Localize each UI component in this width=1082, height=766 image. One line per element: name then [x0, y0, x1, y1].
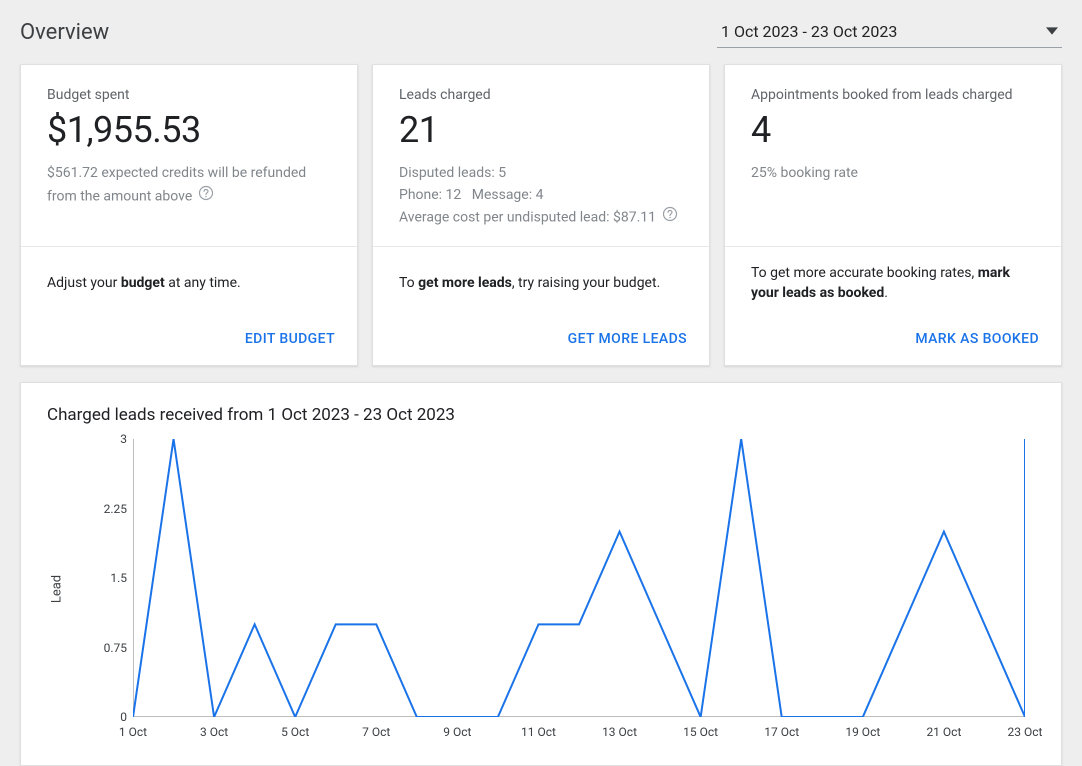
budget-value: $1,955.53: [47, 109, 331, 151]
disputed-leads: Disputed leads: 5: [399, 163, 683, 185]
x-tick: 5 Oct: [281, 725, 309, 739]
appts-hint: To get more accurate booking rates, mark…: [725, 246, 1061, 320]
leads-card: Leads charged 21 Disputed leads: 5 Phone…: [372, 64, 710, 366]
leads-label: Leads charged: [399, 87, 683, 103]
x-tick: 9 Oct: [443, 725, 471, 739]
date-range-value: 1 Oct 2023 - 23 Oct 2023: [721, 22, 897, 41]
help-icon[interactable]: [198, 185, 214, 209]
x-tick: 19 Oct: [845, 725, 880, 739]
budget-card: Budget spent $1,955.53 $561.72 expected …: [20, 64, 358, 366]
date-range-selector[interactable]: 1 Oct 2023 - 23 Oct 2023: [717, 16, 1062, 48]
leads-value: 21: [399, 109, 683, 151]
mark-as-booked-button[interactable]: MARK AS BOOKED: [915, 331, 1039, 347]
avg-cost-line: Average cost per undisputed lead: $87.11: [399, 206, 683, 230]
kpi-cards-row: Budget spent $1,955.53 $561.72 expected …: [20, 64, 1062, 366]
chart-area: Lead 00.751.52.253 1 Oct3 Oct5 Oct7 Oct9…: [47, 439, 1035, 739]
budget-note: $561.72 expected credits will be refunde…: [47, 163, 331, 208]
get-more-leads-button[interactable]: GET MORE LEADS: [568, 331, 687, 347]
x-tick: 23 Oct: [1008, 725, 1043, 739]
leads-action-row: GET MORE LEADS: [373, 320, 709, 365]
leads-card-body: Leads charged 21 Disputed leads: 5 Phone…: [373, 65, 709, 246]
line-chart: [133, 439, 1025, 717]
x-tick: 13 Oct: [602, 725, 637, 739]
y-ticks: 00.751.52.253: [93, 439, 133, 717]
chevron-down-icon: [1046, 22, 1058, 41]
x-tick: 17 Oct: [764, 725, 799, 739]
budget-label: Budget spent: [47, 87, 331, 103]
leads-notes: Disputed leads: 5 Phone: 12 Message: 4 A…: [399, 163, 683, 230]
page-title: Overview: [20, 20, 109, 45]
leads-breakdown: Phone: 12 Message: 4: [399, 185, 683, 207]
x-tick: 3 Oct: [200, 725, 228, 739]
chart-card: Charged leads received from 1 Oct 2023 -…: [20, 382, 1062, 766]
booking-rate: 25% booking rate: [751, 163, 1035, 185]
appts-label: Appointments booked from leads charged: [751, 87, 1035, 103]
x-tick: 1 Oct: [119, 725, 147, 739]
line-series: [133, 439, 1025, 717]
chart-title: Charged leads received from 1 Oct 2023 -…: [47, 405, 1035, 425]
y-tick: 3: [120, 432, 127, 446]
y-tick: 0: [120, 710, 127, 724]
x-tick: 15 Oct: [683, 725, 718, 739]
x-ticks: 1 Oct3 Oct5 Oct7 Oct9 Oct11 Oct13 Oct15 …: [133, 719, 1025, 739]
budget-hint: Adjust your budget at any time.: [21, 246, 357, 320]
budget-action-row: EDIT BUDGET: [21, 320, 357, 365]
appts-value: 4: [751, 109, 1035, 151]
y-tick: 2.25: [104, 502, 127, 516]
x-tick: 11 Oct: [521, 725, 556, 739]
y-axis-label: Lead: [50, 575, 65, 603]
edit-budget-button[interactable]: EDIT BUDGET: [245, 331, 335, 347]
x-tick: 21 Oct: [926, 725, 961, 739]
y-tick: 0.75: [104, 641, 127, 655]
budget-card-body: Budget spent $1,955.53 $561.72 expected …: [21, 65, 357, 246]
plot: 00.751.52.253 1 Oct3 Oct5 Oct7 Oct9 Oct1…: [93, 439, 1025, 739]
header: Overview 1 Oct 2023 - 23 Oct 2023: [20, 16, 1062, 48]
appts-action-row: MARK AS BOOKED: [725, 320, 1061, 365]
appointments-card-body: Appointments booked from leads charged 4…: [725, 65, 1061, 246]
y-tick: 1.5: [110, 571, 127, 585]
help-icon[interactable]: [662, 206, 678, 230]
x-tick: 7 Oct: [362, 725, 390, 739]
appointments-card: Appointments booked from leads charged 4…: [724, 64, 1062, 366]
leads-hint: To get more leads, try raising your budg…: [373, 246, 709, 320]
